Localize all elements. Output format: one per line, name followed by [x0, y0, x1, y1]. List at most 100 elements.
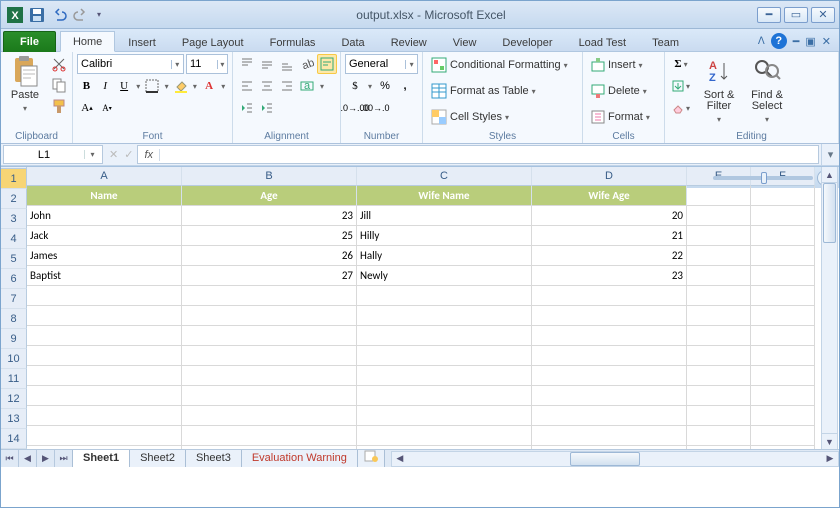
cell-A12[interactable] [27, 406, 182, 426]
qat-customize-icon[interactable]: ▾ [93, 5, 105, 25]
underline-dropdown[interactable]: ▾ [134, 76, 143, 96]
sheet-tab-sheet2[interactable]: Sheet2 [129, 450, 186, 468]
row-header-8[interactable]: 8 [1, 309, 27, 329]
cell-E11[interactable] [687, 386, 751, 406]
hscroll-left-icon[interactable]: ◀ [392, 452, 408, 466]
cell-E4[interactable] [687, 246, 751, 266]
align-center-icon[interactable] [257, 76, 277, 96]
row-header-3[interactable]: 3 [1, 209, 27, 229]
cell-C9[interactable] [357, 346, 532, 366]
insert-cells-button[interactable]: Insert▾ [587, 54, 660, 76]
sheet-nav-last-icon[interactable]: ⏭ [55, 450, 73, 467]
name-box[interactable]: ▾ [3, 145, 103, 164]
minimize-button[interactable]: ━ [757, 7, 781, 23]
row-header-1[interactable]: 1 [1, 169, 27, 189]
window-restore-ribbon-icon[interactable]: ▣ [805, 35, 815, 48]
format-cells-button[interactable]: Format▾ [587, 106, 660, 128]
column-header-C[interactable]: C [357, 167, 532, 186]
autosum-icon[interactable]: Σ▾ [669, 54, 693, 74]
sort-filter-button[interactable]: AZ Sort & Filter▾ [697, 54, 741, 127]
zoom-slider[interactable] [713, 176, 813, 180]
cell-B11[interactable] [182, 386, 357, 406]
cell-A7[interactable] [27, 306, 182, 326]
vscroll-down-icon[interactable]: ▼ [822, 433, 837, 449]
column-header-A[interactable]: A [27, 167, 182, 186]
cell-B3[interactable]: 25 [182, 226, 357, 246]
cell-F1[interactable] [751, 186, 815, 206]
cell-F11[interactable] [751, 386, 815, 406]
row-header-11[interactable]: 11 [1, 369, 27, 389]
accounting-dropdown[interactable]: ▾ [365, 76, 375, 96]
cell-F10[interactable] [751, 366, 815, 386]
cell-C3[interactable]: Hilly [357, 226, 532, 246]
tab-home[interactable]: Home [60, 31, 115, 52]
align-right-icon[interactable] [277, 76, 297, 96]
align-bottom-icon[interactable] [277, 54, 297, 74]
tab-team[interactable]: Team [639, 32, 692, 52]
cell-A2[interactable]: John [27, 206, 182, 226]
cell-F7[interactable] [751, 306, 815, 326]
cell-F2[interactable] [751, 206, 815, 226]
cell-D1[interactable]: Wife Age [532, 186, 687, 206]
row-header-5[interactable]: 5 [1, 249, 27, 269]
cell-C12[interactable] [357, 406, 532, 426]
cell-D9[interactable] [532, 346, 687, 366]
cell-styles-button[interactable]: Cell Styles▾ [427, 106, 578, 128]
merge-center-icon[interactable]: a [297, 76, 317, 96]
border-button[interactable] [143, 76, 162, 96]
window-minimize-ribbon-icon[interactable]: ━ [793, 35, 800, 48]
cell-C6[interactable] [357, 286, 532, 306]
cell-C10[interactable] [357, 366, 532, 386]
expand-formula-bar-icon[interactable]: ▾ [821, 144, 839, 165]
find-select-button[interactable]: Find & Select▾ [745, 54, 789, 127]
cell-F5[interactable] [751, 266, 815, 286]
undo-icon[interactable] [49, 5, 69, 25]
cell-A4[interactable]: James [27, 246, 182, 266]
italic-button[interactable]: I [96, 76, 115, 96]
conditional-formatting-button[interactable]: Conditional Formatting▾ [427, 54, 578, 76]
cell-A3[interactable]: Jack [27, 226, 182, 246]
cell-A13[interactable] [27, 426, 182, 446]
cell-B13[interactable] [182, 426, 357, 446]
sheet-tab-sheet1[interactable]: Sheet1 [72, 450, 130, 468]
cell-C11[interactable] [357, 386, 532, 406]
sheet-nav-next-icon[interactable]: ▶ [37, 450, 55, 467]
sheet-tab-evaluation-warning[interactable]: Evaluation Warning [241, 450, 358, 468]
column-header-D[interactable]: D [532, 167, 687, 186]
shrink-font-icon[interactable]: A▾ [97, 98, 117, 118]
decrease-decimal-icon[interactable]: .00→.0 [365, 98, 385, 118]
tab-data[interactable]: Data [328, 32, 377, 52]
decrease-indent-icon[interactable] [237, 98, 257, 118]
cell-C8[interactable] [357, 326, 532, 346]
row-header-7[interactable]: 7 [1, 289, 27, 309]
fx-icon[interactable]: fx [138, 149, 160, 161]
new-sheet-icon[interactable] [357, 450, 385, 468]
grow-font-icon[interactable]: A▴ [77, 98, 97, 118]
font-name-combo[interactable]: ▾ [77, 54, 184, 74]
horizontal-scrollbar[interactable]: ◀ ▶ [391, 451, 839, 467]
comma-format-icon[interactable]: , [395, 76, 415, 96]
cell-C4[interactable]: Hally [357, 246, 532, 266]
window-close-ribbon-icon[interactable]: ✕ [822, 35, 831, 48]
cell-C7[interactable] [357, 306, 532, 326]
help-icon[interactable]: ? [771, 33, 787, 49]
fill-dropdown[interactable]: ▾ [190, 76, 199, 96]
tab-file[interactable]: File [3, 31, 56, 52]
cell-A8[interactable] [27, 326, 182, 346]
hscroll-right-icon[interactable]: ▶ [822, 452, 838, 466]
tab-page-layout[interactable]: Page Layout [169, 32, 257, 52]
border-dropdown[interactable]: ▾ [162, 76, 171, 96]
cell-D7[interactable] [532, 306, 687, 326]
cell-D12[interactable] [532, 406, 687, 426]
cell-B7[interactable] [182, 306, 357, 326]
tab-view[interactable]: View [440, 32, 490, 52]
cell-F13[interactable] [751, 426, 815, 446]
accounting-format-icon[interactable]: $ [345, 76, 365, 96]
row-header-9[interactable]: 9 [1, 329, 27, 349]
copy-icon[interactable] [49, 75, 69, 95]
save-icon[interactable] [27, 5, 47, 25]
cut-icon[interactable] [49, 54, 69, 74]
cell-B6[interactable] [182, 286, 357, 306]
cell-B1[interactable]: Age [182, 186, 357, 206]
cell-C2[interactable]: Jill [357, 206, 532, 226]
